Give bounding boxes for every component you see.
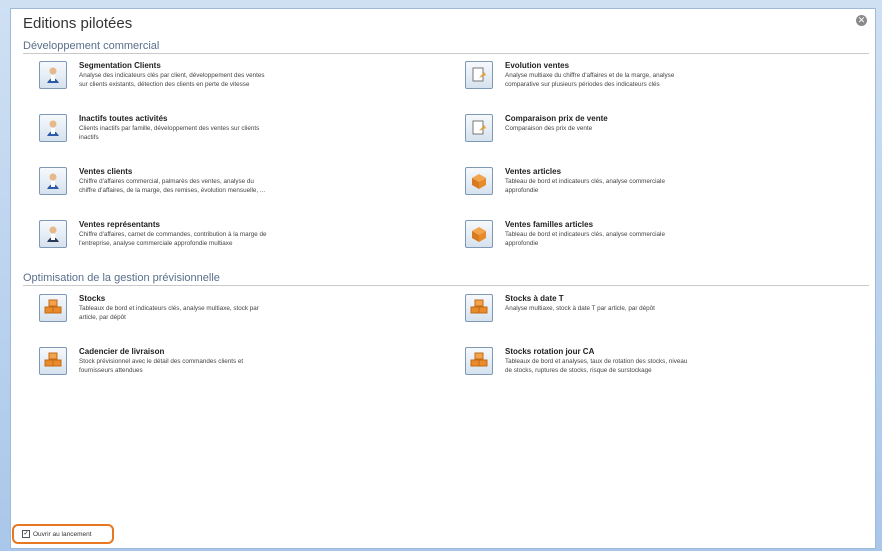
report-ventes-clients[interactable]: Ventes clients Chiffre d'affaires commer… bbox=[39, 167, 359, 215]
item-title: Stocks à date T bbox=[505, 294, 564, 303]
item-description: Chiffre d'affaires commercial, palmarès … bbox=[79, 178, 266, 194]
item-title: Ventes articles bbox=[505, 167, 562, 176]
report-stocks-rotation[interactable]: Stocks rotation jour CA Tableaux de bord… bbox=[465, 347, 785, 395]
item-description: Stock prévisionnel avec le détail des co… bbox=[79, 358, 244, 374]
item-description: Tableaux de bord et analyses, taux de ro… bbox=[505, 358, 688, 374]
open-at-launch-checkbox[interactable]: ✓ bbox=[22, 530, 30, 538]
item-description: Analyse des indicateurs clés par client,… bbox=[79, 72, 265, 88]
window-title: Editions pilotées bbox=[23, 15, 133, 32]
boxes-icon bbox=[465, 347, 493, 375]
report-segmentation-clients[interactable]: Segmentation Clients Analyse des indicat… bbox=[39, 61, 359, 109]
document-icon bbox=[465, 114, 493, 142]
person-icon bbox=[39, 61, 67, 89]
report-stocks[interactable]: Stocks Tableaux de bord et indicateurs c… bbox=[39, 294, 359, 342]
boxes-icon bbox=[39, 294, 67, 322]
box-icon bbox=[465, 167, 493, 195]
report-ventes-articles[interactable]: Ventes articles Tableau de bord et indic… bbox=[465, 167, 785, 215]
boxes-icon bbox=[39, 347, 67, 375]
item-description: Tableau de bord et indicateurs clés, ana… bbox=[505, 231, 665, 247]
boxes-icon bbox=[465, 294, 493, 322]
item-description: Chiffre d'affaires, carnet de commandes,… bbox=[79, 231, 267, 247]
item-title: Stocks bbox=[79, 294, 106, 303]
item-title: Cadencier de livraison bbox=[79, 347, 165, 356]
editions-panel: Editions pilotées ✕ Développement commer… bbox=[10, 8, 876, 549]
open-at-launch-option[interactable]: ✓ Ouvrir au lancement bbox=[12, 524, 114, 544]
section-header-optimisation: Optimisation de la gestion prévisionnell… bbox=[23, 272, 869, 286]
box-icon bbox=[465, 220, 493, 248]
item-title: Inactifs toutes activités bbox=[79, 114, 168, 123]
item-description: Analyse multiaxe, stock à date T par art… bbox=[505, 305, 655, 312]
item-description: Clients inactifs par famille, développem… bbox=[79, 125, 260, 141]
item-title: Ventes clients bbox=[79, 167, 133, 176]
item-description: Analyse multiaxe du chiffre d'affaires e… bbox=[505, 72, 675, 88]
report-stocks-date-t[interactable]: Stocks à date T Analyse multiaxe, stock … bbox=[465, 294, 785, 342]
item-description: Tableau de bord et indicateurs clés, ana… bbox=[505, 178, 665, 194]
item-title: Ventes représentants bbox=[79, 220, 160, 229]
report-ventes-representants[interactable]: Ventes représentants Chiffre d'affaires,… bbox=[39, 220, 359, 268]
document-icon bbox=[465, 61, 493, 89]
person-icon bbox=[39, 114, 67, 142]
item-title: Ventes familles articles bbox=[505, 220, 594, 229]
item-description: Comparaison des prix de vente bbox=[505, 125, 593, 132]
item-title: Segmentation Clients bbox=[79, 61, 161, 70]
report-inactifs[interactable]: Inactifs toutes activités Clients inacti… bbox=[39, 114, 359, 162]
report-cadencier-livraison[interactable]: Cadencier de livraison Stock prévisionne… bbox=[39, 347, 359, 395]
close-icon[interactable]: ✕ bbox=[856, 15, 867, 26]
report-comparaison-prix[interactable]: Comparaison prix de vente Comparaison de… bbox=[465, 114, 785, 162]
item-description: Tableaux de bord et indicateurs clés, an… bbox=[79, 305, 259, 321]
checkbox-label: Ouvrir au lancement bbox=[33, 530, 92, 538]
item-title: Evolution ventes bbox=[505, 61, 570, 70]
person-icon bbox=[39, 167, 67, 195]
item-title: Stocks rotation jour CA bbox=[505, 347, 595, 356]
item-title: Comparaison prix de vente bbox=[505, 114, 608, 123]
section-header-developpement: Développement commercial bbox=[23, 40, 869, 54]
report-evolution-ventes[interactable]: Evolution ventes Analyse multiaxe du chi… bbox=[465, 61, 785, 109]
report-ventes-familles[interactable]: Ventes familles articles Tableau de bord… bbox=[465, 220, 785, 268]
person-icon bbox=[39, 220, 67, 248]
